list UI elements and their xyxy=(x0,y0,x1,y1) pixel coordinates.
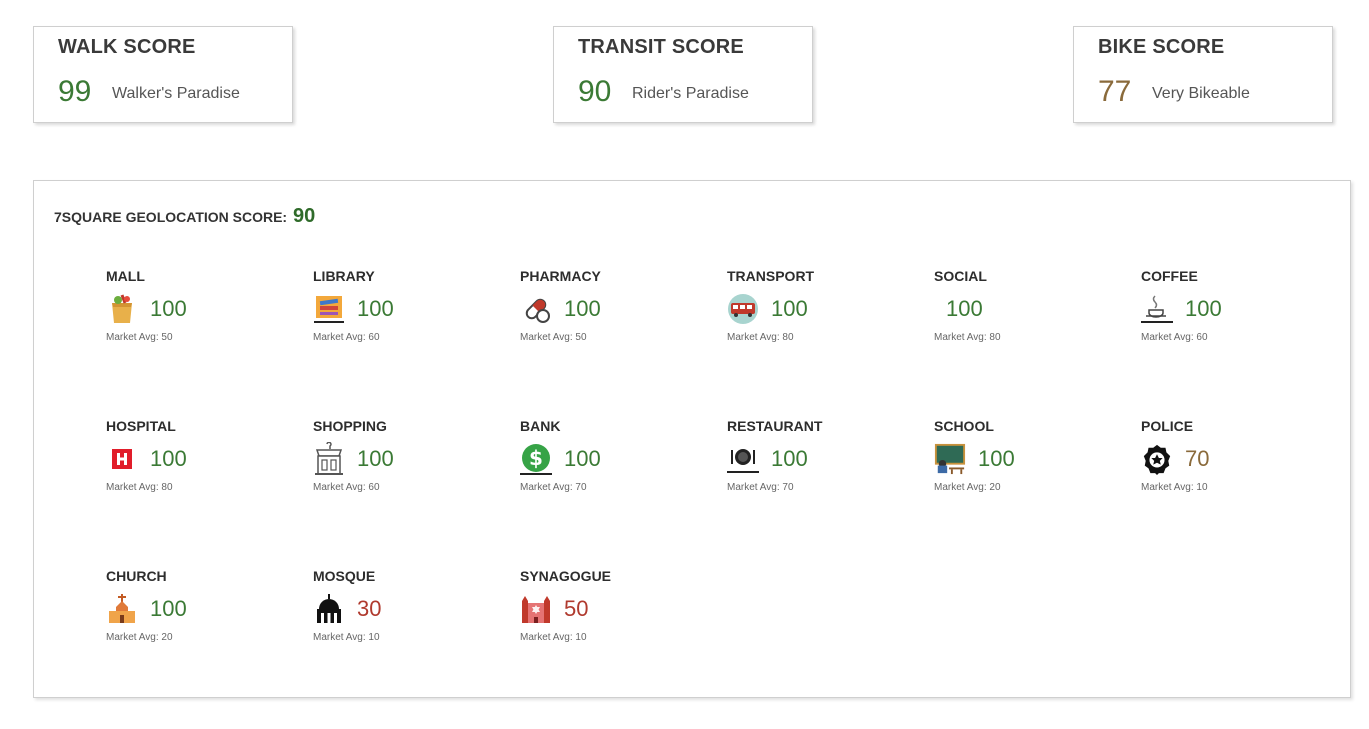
bike-score-card: BIKE SCORE 77 Very Bikeable xyxy=(1073,26,1333,123)
category-label: POLICE xyxy=(1141,418,1194,434)
transit-score-desc: Rider's Paradise xyxy=(632,85,749,102)
category-label: COFFEE xyxy=(1141,268,1198,284)
market-average: Market Avg: 50 xyxy=(106,332,173,343)
category-bank: BANK $100 Market Avg: 70 xyxy=(520,418,727,568)
category-score: 100 xyxy=(150,446,187,471)
walk-score-value: 99 xyxy=(58,75,92,108)
coffee-cup-icon xyxy=(1141,292,1173,326)
bike-score-title: BIKE SCORE xyxy=(1098,36,1225,58)
market-average: Market Avg: 60 xyxy=(1141,332,1208,343)
grocery-bag-icon xyxy=(106,292,138,326)
classroom-icon xyxy=(934,442,966,476)
market-average: Market Avg: 10 xyxy=(1141,482,1208,493)
category-score: 100 xyxy=(771,296,808,321)
books-icon xyxy=(313,292,345,326)
category-mall: MALL 100 Market Avg: 50 xyxy=(106,268,313,418)
geolocation-score-header: 7SQUARE GEOLOCATION SCORE: 90 xyxy=(54,205,315,228)
svg-text:$: $ xyxy=(529,446,543,470)
plate-icon xyxy=(727,442,759,476)
category-hospital: HOSPITAL 100 Market Avg: 80 xyxy=(106,418,313,568)
synagogue-icon xyxy=(520,592,552,626)
church-icon xyxy=(106,592,138,626)
dollar-icon: $ xyxy=(520,442,552,476)
market-average: Market Avg: 50 xyxy=(520,332,587,343)
pill-icon xyxy=(520,292,552,326)
market-average: Market Avg: 10 xyxy=(313,632,380,643)
category-label: CHURCH xyxy=(106,568,167,584)
category-social: SOCIAL 100 Market Avg: 80 xyxy=(934,268,1141,418)
category-score: 100 xyxy=(564,446,601,471)
category-score: 100 xyxy=(150,296,187,321)
hospital-icon xyxy=(106,442,138,476)
category-score: 100 xyxy=(564,296,601,321)
category-grid: MALL 100 Market Avg: 50 LIBRARY 100 Market Av… xyxy=(106,268,1346,718)
category-score: 100 xyxy=(357,296,394,321)
market-average: Market Avg: 60 xyxy=(313,482,380,493)
category-score: 100 xyxy=(946,296,983,321)
market-average: Market Avg: 20 xyxy=(106,632,173,643)
market-average: Market Avg: 70 xyxy=(520,482,587,493)
market-average: Market Avg: 10 xyxy=(520,632,587,643)
transit-score-card: TRANSIT SCORE 90 Rider's Paradise xyxy=(553,26,813,123)
category-label: LIBRARY xyxy=(313,268,375,284)
storefront-icon xyxy=(313,442,345,476)
market-average: Market Avg: 80 xyxy=(934,332,1001,343)
category-score: 100 xyxy=(1185,296,1222,321)
geolocation-score-value: 90 xyxy=(292,205,316,227)
category-label: HOSPITAL xyxy=(106,418,176,434)
category-label: SYNAGOGUE xyxy=(520,568,612,584)
category-label: BANK xyxy=(520,418,561,434)
category-church: CHURCH 100 Market Avg: 20 xyxy=(106,568,313,718)
category-label: MOSQUE xyxy=(313,568,376,584)
category-score: 100 xyxy=(150,596,187,621)
category-synagogue: SYNAGOGUE 50 Market Avg: 10 xyxy=(520,568,727,718)
transit-score-title: TRANSIT SCORE xyxy=(578,36,744,58)
category-score: 70 xyxy=(1185,446,1210,471)
category-label: SOCIAL xyxy=(934,268,987,284)
category-shopping: SHOPPING 100 Market Avg: 60 xyxy=(313,418,520,568)
market-average: Market Avg: 20 xyxy=(934,482,1001,493)
category-restaurant: RESTAURANT 100 Market Avg: 70 xyxy=(727,418,934,568)
category-label: TRANSPORT xyxy=(727,268,815,284)
walk-score-title: WALK SCORE xyxy=(58,36,196,58)
mosque-icon xyxy=(313,592,345,626)
bike-score-desc: Very Bikeable xyxy=(1152,85,1250,102)
category-score: 30 xyxy=(357,596,382,621)
category-label: PHARMACY xyxy=(520,268,601,284)
market-average: Market Avg: 70 xyxy=(727,482,794,493)
category-label: MALL xyxy=(106,268,145,284)
bike-score-value: 77 xyxy=(1098,75,1132,108)
transit-score-value: 90 xyxy=(578,75,612,108)
market-average: Market Avg: 80 xyxy=(727,332,794,343)
category-score: 50 xyxy=(564,596,589,621)
category-label: SCHOOL xyxy=(934,418,994,434)
bus-icon xyxy=(727,292,759,326)
category-library: LIBRARY 100 Market Avg: 60 xyxy=(313,268,520,418)
walk-score-card: WALK SCORE 99 Walker's Paradise xyxy=(33,26,293,123)
market-average: Market Avg: 80 xyxy=(106,482,173,493)
police-badge-icon xyxy=(1141,442,1173,476)
category-score: 100 xyxy=(771,446,808,471)
category-label: RESTAURANT xyxy=(727,418,823,434)
category-mosque: MOSQUE 30 Market Avg: 10 xyxy=(313,568,520,718)
walk-score-desc: Walker's Paradise xyxy=(112,85,240,102)
category-label: SHOPPING xyxy=(313,418,387,434)
category-pharmacy: PHARMACY 100 Market Avg: 50 xyxy=(520,268,727,418)
category-score: 100 xyxy=(357,446,394,471)
category-coffee: COFFEE 100 Market Avg: 60 xyxy=(1141,268,1348,418)
market-average: Market Avg: 60 xyxy=(313,332,380,343)
category-score: 100 xyxy=(978,446,1015,471)
geolocation-score-label: 7SQUARE GEOLOCATION SCORE: xyxy=(54,209,288,225)
category-transport: TRANSPORT 100 Market Avg: 80 xyxy=(727,268,934,418)
category-police: POLICE 70 Market Avg: 10 xyxy=(1141,418,1348,568)
geolocation-score-panel: 7SQUARE GEOLOCATION SCORE: 90 MALL 100 Mar… xyxy=(33,180,1351,698)
category-school: SCHOOL 100 Market Avg: 20 xyxy=(934,418,1141,568)
